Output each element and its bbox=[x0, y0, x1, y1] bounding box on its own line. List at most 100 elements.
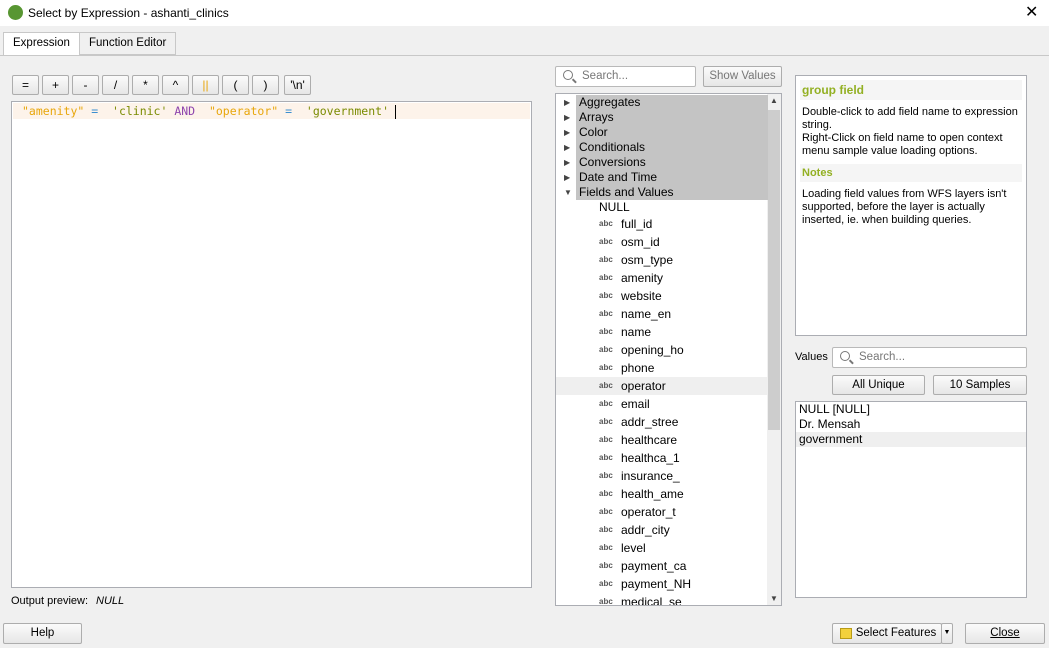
values-search-input[interactable]: Search... bbox=[832, 347, 1027, 368]
operator-button[interactable]: ) bbox=[252, 75, 279, 95]
expression-token: 'government' bbox=[298, 104, 389, 118]
field-name: amenity bbox=[621, 271, 664, 285]
expand-arrow-icon[interactable]: ▶ bbox=[564, 95, 570, 110]
expression-token: = bbox=[278, 104, 299, 118]
output-preview-value: NULL bbox=[96, 595, 125, 607]
tree-category[interactable]: Aggregates bbox=[576, 95, 768, 110]
field-name: medical_se bbox=[621, 595, 682, 606]
field-name: operator bbox=[621, 379, 666, 393]
operator-button[interactable]: || bbox=[192, 75, 219, 95]
help-panel: group field Double-click to add field na… bbox=[795, 75, 1027, 336]
scroll-down-icon[interactable]: ▼ bbox=[770, 594, 778, 603]
field-name: payment_NH bbox=[621, 577, 692, 591]
field-item[interactable]: abc healthca_1 bbox=[556, 449, 768, 467]
field-item[interactable]: abc operator_t bbox=[556, 503, 768, 521]
string-type-icon: abc bbox=[599, 237, 613, 246]
field-name: name_en bbox=[621, 307, 672, 321]
field-item[interactable]: abc payment_ca bbox=[556, 557, 768, 575]
field-item[interactable]: abc full_id bbox=[556, 215, 768, 233]
field-item[interactable]: abc amenity bbox=[556, 269, 768, 287]
title-bar: Select by Expression - ashanti_clinics ✕ bbox=[0, 0, 1049, 26]
values-list[interactable]: NULL [NULL] Dr. Mensah government bbox=[795, 401, 1027, 598]
value-item[interactable]: government bbox=[796, 432, 1026, 447]
select-features-dropdown[interactable]: ▼ bbox=[941, 623, 953, 644]
field-item[interactable]: abc health_ame bbox=[556, 485, 768, 503]
all-unique-button[interactable]: All Unique bbox=[832, 375, 925, 395]
field-item[interactable]: abc email bbox=[556, 395, 768, 413]
tree-scrollbar[interactable]: ▲ ▼ bbox=[767, 94, 781, 605]
tree-category[interactable]: Color bbox=[576, 125, 768, 140]
tab-divider bbox=[0, 55, 1049, 56]
string-type-icon: abc bbox=[599, 219, 613, 228]
operator-button[interactable]: * bbox=[132, 75, 159, 95]
expression-token: "operator" bbox=[202, 104, 279, 118]
search-icon bbox=[840, 351, 850, 361]
expand-arrow-icon[interactable]: ▶ bbox=[564, 110, 570, 125]
field-item[interactable]: abc payment_NH bbox=[556, 575, 768, 593]
help-button[interactable]: Help bbox=[3, 623, 82, 644]
operator-button[interactable]: ^ bbox=[162, 75, 189, 95]
operator-button[interactable]: ( bbox=[222, 75, 249, 95]
show-values-button[interactable]: Show Values bbox=[703, 66, 782, 87]
function-tree[interactable]: ▲ ▼ ▶ Aggregates ▶ Arrays ▶ Color ▶ Conditional… bbox=[555, 93, 782, 606]
field-item[interactable]: abc addr_city bbox=[556, 521, 768, 539]
help-text-1: Double-click to add field name to expres… bbox=[802, 106, 1018, 131]
expand-arrow-icon[interactable]: ▶ bbox=[564, 140, 570, 155]
string-type-icon: abc bbox=[599, 327, 613, 336]
function-search-input[interactable]: Search... bbox=[555, 66, 696, 87]
field-item[interactable]: abc name bbox=[556, 323, 768, 341]
scroll-thumb[interactable] bbox=[768, 110, 780, 430]
value-item[interactable]: Dr. Mensah bbox=[796, 417, 1026, 432]
string-type-icon: abc bbox=[599, 489, 613, 498]
expand-arrow-icon[interactable]: ▶ bbox=[564, 125, 570, 140]
samples-button[interactable]: 10 Samples bbox=[933, 375, 1027, 395]
field-item[interactable]: abc level bbox=[556, 539, 768, 557]
scroll-up-icon[interactable]: ▲ bbox=[770, 96, 778, 105]
null-item[interactable]: NULL bbox=[599, 200, 630, 215]
operator-button[interactable]: + bbox=[42, 75, 69, 95]
tab-expression[interactable]: Expression bbox=[3, 32, 80, 56]
string-type-icon: abc bbox=[599, 597, 613, 606]
tree-category[interactable]: Arrays bbox=[576, 110, 768, 125]
string-type-icon: abc bbox=[599, 561, 613, 570]
expression-editor[interactable]: "amenity" = 'clinic' AND "operator" = 'g… bbox=[11, 101, 532, 588]
collapse-arrow-icon[interactable]: ▼ bbox=[564, 185, 572, 200]
tab-function-editor[interactable]: Function Editor bbox=[79, 32, 177, 55]
operator-button[interactable]: = bbox=[12, 75, 39, 95]
tree-category[interactable]: Date and Time bbox=[576, 170, 768, 185]
select-features-label: Select Features bbox=[855, 627, 937, 639]
tree-category[interactable]: Conversions bbox=[576, 155, 768, 170]
field-item[interactable]: abc name_en bbox=[556, 305, 768, 323]
close-button[interactable]: Close bbox=[965, 623, 1045, 644]
field-item[interactable]: abc operator bbox=[556, 377, 768, 395]
expression-token: "amenity" bbox=[22, 104, 85, 118]
string-type-icon: abc bbox=[599, 525, 613, 534]
expand-arrow-icon[interactable]: ▶ bbox=[564, 155, 570, 170]
field-item[interactable]: abc phone bbox=[556, 359, 768, 377]
field-item[interactable]: abc healthcare bbox=[556, 431, 768, 449]
field-name: osm_id bbox=[621, 235, 660, 249]
window-title: Select by Expression - ashanti_clinics bbox=[28, 6, 229, 20]
field-name: insurance_ bbox=[621, 469, 680, 483]
field-item[interactable]: abc osm_type bbox=[556, 251, 768, 269]
value-item[interactable]: NULL [NULL] bbox=[796, 402, 1026, 417]
field-item[interactable]: abc website bbox=[556, 287, 768, 305]
select-features-button[interactable]: Select Features bbox=[832, 623, 942, 644]
field-item[interactable]: abc addr_stree bbox=[556, 413, 768, 431]
operator-button[interactable]: '\n' bbox=[284, 75, 311, 95]
tree-category[interactable]: Conditionals bbox=[576, 140, 768, 155]
operator-button[interactable]: / bbox=[102, 75, 129, 95]
search-icon bbox=[563, 70, 573, 80]
output-preview-label: Output preview: bbox=[11, 595, 89, 607]
tree-category[interactable]: Fields and Values bbox=[576, 185, 768, 200]
expression-line[interactable]: "amenity" = 'clinic' AND "operator" = 'g… bbox=[13, 103, 530, 119]
close-window-icon[interactable]: ✕ bbox=[1025, 2, 1038, 22]
field-name: healthcare bbox=[621, 433, 678, 447]
field-item[interactable]: abc medical_se bbox=[556, 593, 768, 606]
field-item[interactable]: abc opening_ho bbox=[556, 341, 768, 359]
field-item[interactable]: abc insurance_ bbox=[556, 467, 768, 485]
field-name: website bbox=[621, 289, 662, 303]
operator-button[interactable]: - bbox=[72, 75, 99, 95]
field-item[interactable]: abc osm_id bbox=[556, 233, 768, 251]
expand-arrow-icon[interactable]: ▶ bbox=[564, 170, 570, 185]
